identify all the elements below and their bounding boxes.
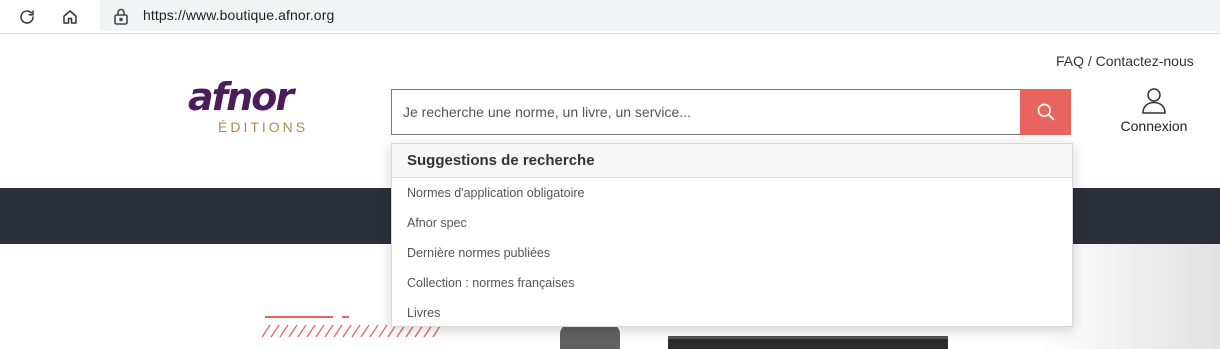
browser-toolbar: https://www.boutique.afnor.org bbox=[0, 0, 1220, 34]
reload-icon bbox=[20, 10, 34, 24]
lock-icon[interactable] bbox=[113, 7, 129, 25]
suggestions-title: Suggestions de recherche bbox=[392, 144, 1072, 178]
home-icon bbox=[63, 10, 77, 24]
suggestion-item[interactable]: Afnor spec bbox=[392, 208, 1072, 238]
search-input[interactable] bbox=[392, 90, 1020, 134]
account-label: Connexion bbox=[1120, 118, 1188, 134]
hero-laptop-screen bbox=[668, 336, 948, 349]
logo-wordmark: afnor bbox=[188, 76, 296, 119]
suggestion-item[interactable]: Livres bbox=[392, 298, 1072, 328]
decorative-red-dash bbox=[342, 316, 349, 318]
afnor-logo[interactable]: afnor ÉDITIONS bbox=[186, 75, 336, 136]
home-button[interactable] bbox=[57, 4, 83, 30]
suggestion-item[interactable]: Collection : normes françaises bbox=[392, 268, 1072, 298]
suggestion-item[interactable]: Dernière normes publiées bbox=[392, 238, 1072, 268]
logo-graphic: afnor ÉDITIONS bbox=[188, 75, 308, 135]
reload-button[interactable] bbox=[14, 4, 40, 30]
decorative-red-line bbox=[265, 316, 333, 318]
url-text[interactable]: https://www.boutique.afnor.org bbox=[143, 7, 334, 23]
search-button[interactable] bbox=[1020, 89, 1071, 135]
user-icon bbox=[1142, 88, 1166, 114]
faq-contact-link[interactable]: FAQ / Contactez-nous bbox=[1056, 53, 1194, 69]
search-suggestions-dropdown: Suggestions de recherche Normes d'applic… bbox=[391, 143, 1073, 327]
logo-subtitle: ÉDITIONS bbox=[218, 119, 308, 135]
account-link[interactable]: Connexion bbox=[1112, 86, 1196, 134]
search-icon bbox=[1037, 103, 1054, 121]
search-box bbox=[391, 89, 1071, 135]
suggestion-item[interactable]: Normes d'application obligatoire bbox=[392, 178, 1072, 208]
